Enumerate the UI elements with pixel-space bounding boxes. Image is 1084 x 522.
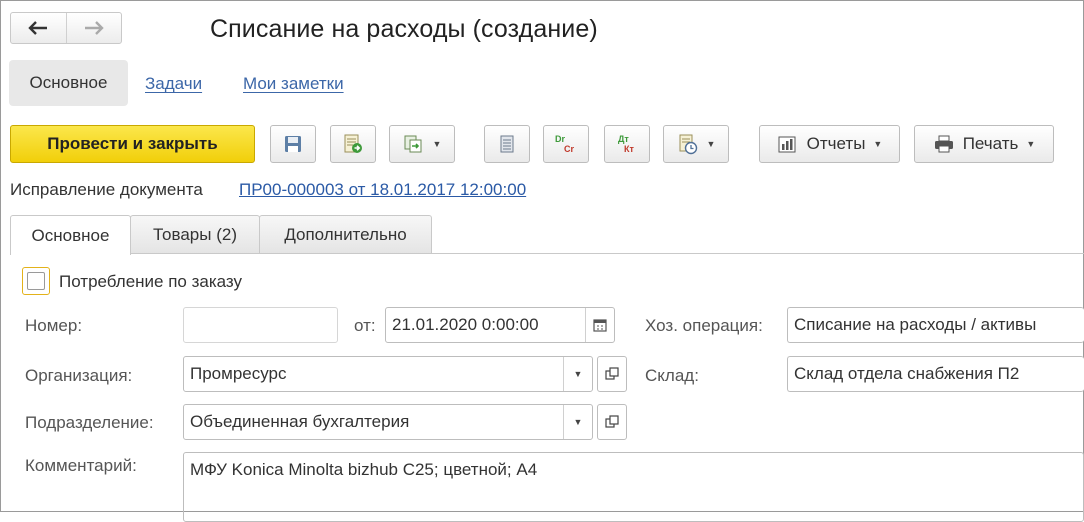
chevron-down-icon: ▼: [706, 139, 716, 149]
top-tab-main[interactable]: Основное: [9, 60, 128, 106]
arrow-left-icon: [28, 21, 48, 35]
date-label: от:: [354, 316, 376, 335]
chevron-down-icon: ▼: [873, 139, 883, 149]
document-clock-icon: [679, 134, 697, 155]
reports-icon: [778, 136, 796, 153]
arrow-right-icon: [84, 21, 104, 35]
top-tab-tasks[interactable]: Задачи: [145, 74, 202, 94]
department-value: Объединенная бухгалтерия: [190, 412, 410, 431]
dt-kt-icon: Дт Кт: [618, 134, 634, 154]
tabs-divider: [10, 253, 1084, 254]
floppy-icon: [285, 136, 301, 152]
tab-main[interactable]: Основное: [10, 215, 131, 255]
related-documents-button[interactable]: ▼: [663, 125, 729, 163]
organization-label: Организация:: [25, 366, 133, 385]
number-field[interactable]: [183, 307, 338, 343]
forward-button[interactable]: [65, 13, 121, 43]
date-field[interactable]: 21.01.2020 0:00:00: [385, 307, 615, 343]
list-icon: [500, 135, 514, 153]
organization-dropdown-button[interactable]: ▼: [563, 357, 592, 391]
reports-button[interactable]: Отчеты ▼: [759, 125, 900, 163]
dt-kt-button[interactable]: Дт Кт: [604, 125, 650, 163]
correction-label: Исправление документа: [10, 180, 203, 199]
cr-label: Cr: [564, 144, 574, 154]
department-dropdown-button[interactable]: ▼: [563, 405, 592, 439]
department-field[interactable]: Объединенная бухгалтерия ▼: [183, 404, 593, 440]
top-tab-notes[interactable]: Мои заметки: [243, 74, 344, 94]
tab-additional[interactable]: Дополнительно: [259, 215, 432, 254]
chevron-down-icon: ▼: [432, 139, 442, 149]
number-label: Номер:: [25, 316, 83, 335]
back-button[interactable]: [11, 13, 66, 43]
create-based-on-button[interactable]: ▼: [389, 125, 455, 163]
chevron-down-icon: ▼: [1026, 139, 1036, 149]
kt-label: Кт: [624, 144, 634, 154]
post-document-icon: [344, 134, 362, 153]
dr-cr-button[interactable]: Dr Cr: [543, 125, 589, 163]
post-and-close-button[interactable]: Провести и закрыть: [10, 125, 255, 163]
print-label: Печать: [962, 134, 1019, 153]
warehouse-field[interactable]: Склад отдела снабжения П2: [787, 356, 1084, 392]
dt-label: Дт: [618, 134, 629, 144]
open-form-icon: [605, 367, 619, 380]
printer-icon: [934, 135, 953, 153]
open-form-icon: [605, 415, 619, 428]
department-label: Подразделение:: [25, 413, 154, 432]
operation-value: Списание на расходы / активы: [794, 315, 1037, 334]
date-value: 21.01.2020 0:00:00: [392, 315, 539, 334]
organization-value: Промресурс: [190, 364, 287, 383]
calendar-icon: [593, 319, 607, 332]
warehouse-value: Склад отдела снабжения П2: [794, 364, 1020, 383]
tab-goods[interactable]: Товары (2): [130, 215, 260, 254]
operation-label: Хоз. операция:: [645, 316, 763, 335]
save-button[interactable]: [270, 125, 316, 163]
correction-document-link[interactable]: ПР00-000003 от 18.01.2017 12:00:00: [239, 180, 526, 200]
history-nav: [10, 12, 122, 44]
reports-label: Отчеты: [806, 134, 866, 153]
department-open-button[interactable]: [597, 404, 627, 440]
comment-label: Комментарий:: [25, 456, 137, 475]
organization-field[interactable]: Промресурс ▼: [183, 356, 593, 392]
movements-button[interactable]: [484, 125, 530, 163]
calendar-button[interactable]: [585, 308, 614, 342]
post-button[interactable]: [330, 125, 376, 163]
print-button[interactable]: Печать ▼: [914, 125, 1054, 163]
create-based-on-icon: [404, 135, 422, 153]
organization-open-button[interactable]: [597, 356, 627, 392]
consumption-by-order-label: Потребление по заказу: [59, 272, 243, 291]
page-title: Списание на расходы (создание): [210, 15, 598, 43]
consumption-by-order-checkbox[interactable]: [22, 267, 50, 295]
operation-field[interactable]: Списание на расходы / активы: [787, 307, 1084, 343]
warehouse-label: Склад:: [645, 366, 699, 385]
dr-label: Dr: [555, 134, 565, 144]
dr-cr-icon: Dr Cr: [555, 134, 574, 154]
